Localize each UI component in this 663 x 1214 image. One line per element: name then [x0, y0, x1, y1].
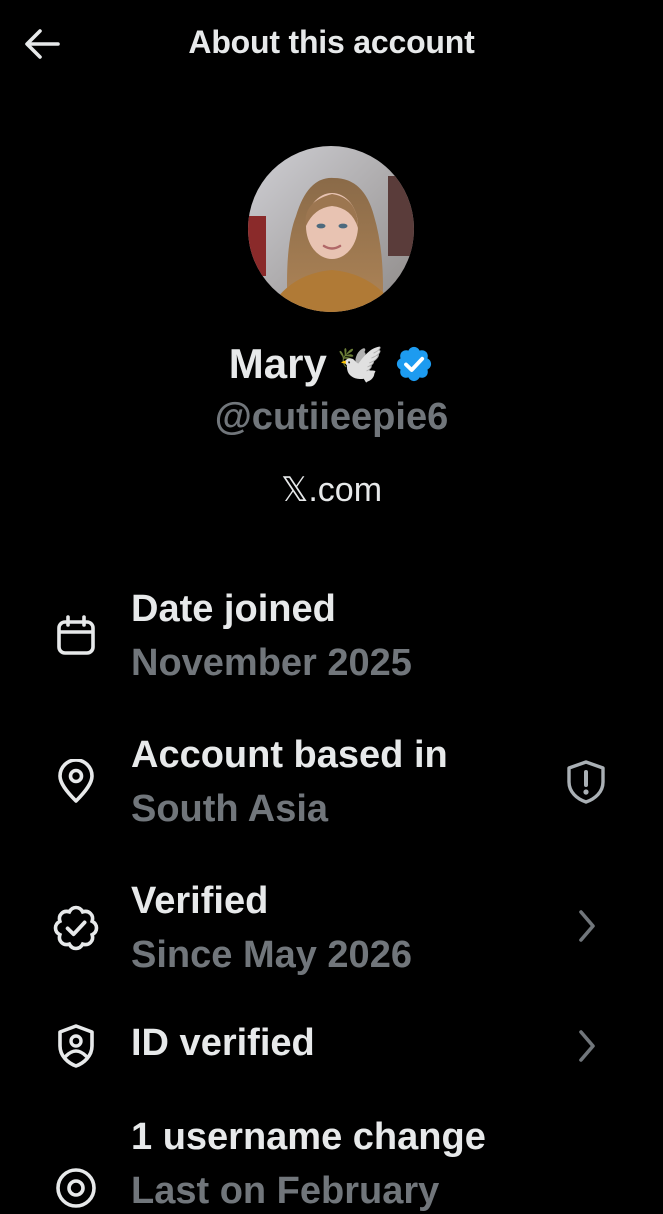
row-title: ID verified	[131, 1022, 315, 1064]
display-name-row: Mary 🕊️	[0, 340, 663, 388]
row-verified[interactable]: Verified Since May 2026	[0, 872, 663, 982]
avatar[interactable]	[248, 146, 414, 312]
display-name: Mary	[228, 340, 327, 387]
username-handle: @cutiieepie6	[214, 396, 449, 438]
row-subtitle: Last on February	[131, 1170, 440, 1212]
row-subtitle: Since May 2026	[131, 934, 412, 976]
dove-emoji: 🕊️	[336, 343, 385, 385]
profile-photo	[248, 146, 414, 312]
calendar-icon	[50, 610, 102, 662]
row-date-joined: Date joined November 2025	[0, 580, 663, 690]
shield-alert-button[interactable]	[556, 752, 616, 812]
row-title: Date joined	[131, 588, 336, 630]
location-pin-icon	[50, 756, 102, 808]
row-subtitle: South Asia	[131, 788, 329, 830]
row-username-change[interactable]: 1 username change Last on February	[0, 1110, 663, 1212]
row-account-based-in: Account based in South Asia	[0, 726, 663, 836]
verified-badge-outline-icon	[50, 902, 102, 954]
website-link[interactable]: 𝕏.com	[0, 470, 663, 510]
row-id-verified[interactable]: ID verified	[0, 1016, 663, 1076]
row-title: Account based in	[131, 734, 448, 776]
chevron-right-icon	[556, 1016, 616, 1076]
verified-badge-icon[interactable]	[394, 344, 434, 384]
row-title: 1 username change	[131, 1116, 486, 1158]
row-title: Verified	[131, 880, 269, 922]
at-sign-icon	[50, 1162, 102, 1214]
row-subtitle: November 2025	[131, 642, 412, 684]
top-app-bar: About this account	[0, 0, 663, 90]
id-shield-icon	[50, 1020, 102, 1072]
shield-alert-icon	[567, 760, 605, 804]
page-title: About this account	[188, 24, 475, 60]
chevron-right-icon	[556, 896, 616, 956]
